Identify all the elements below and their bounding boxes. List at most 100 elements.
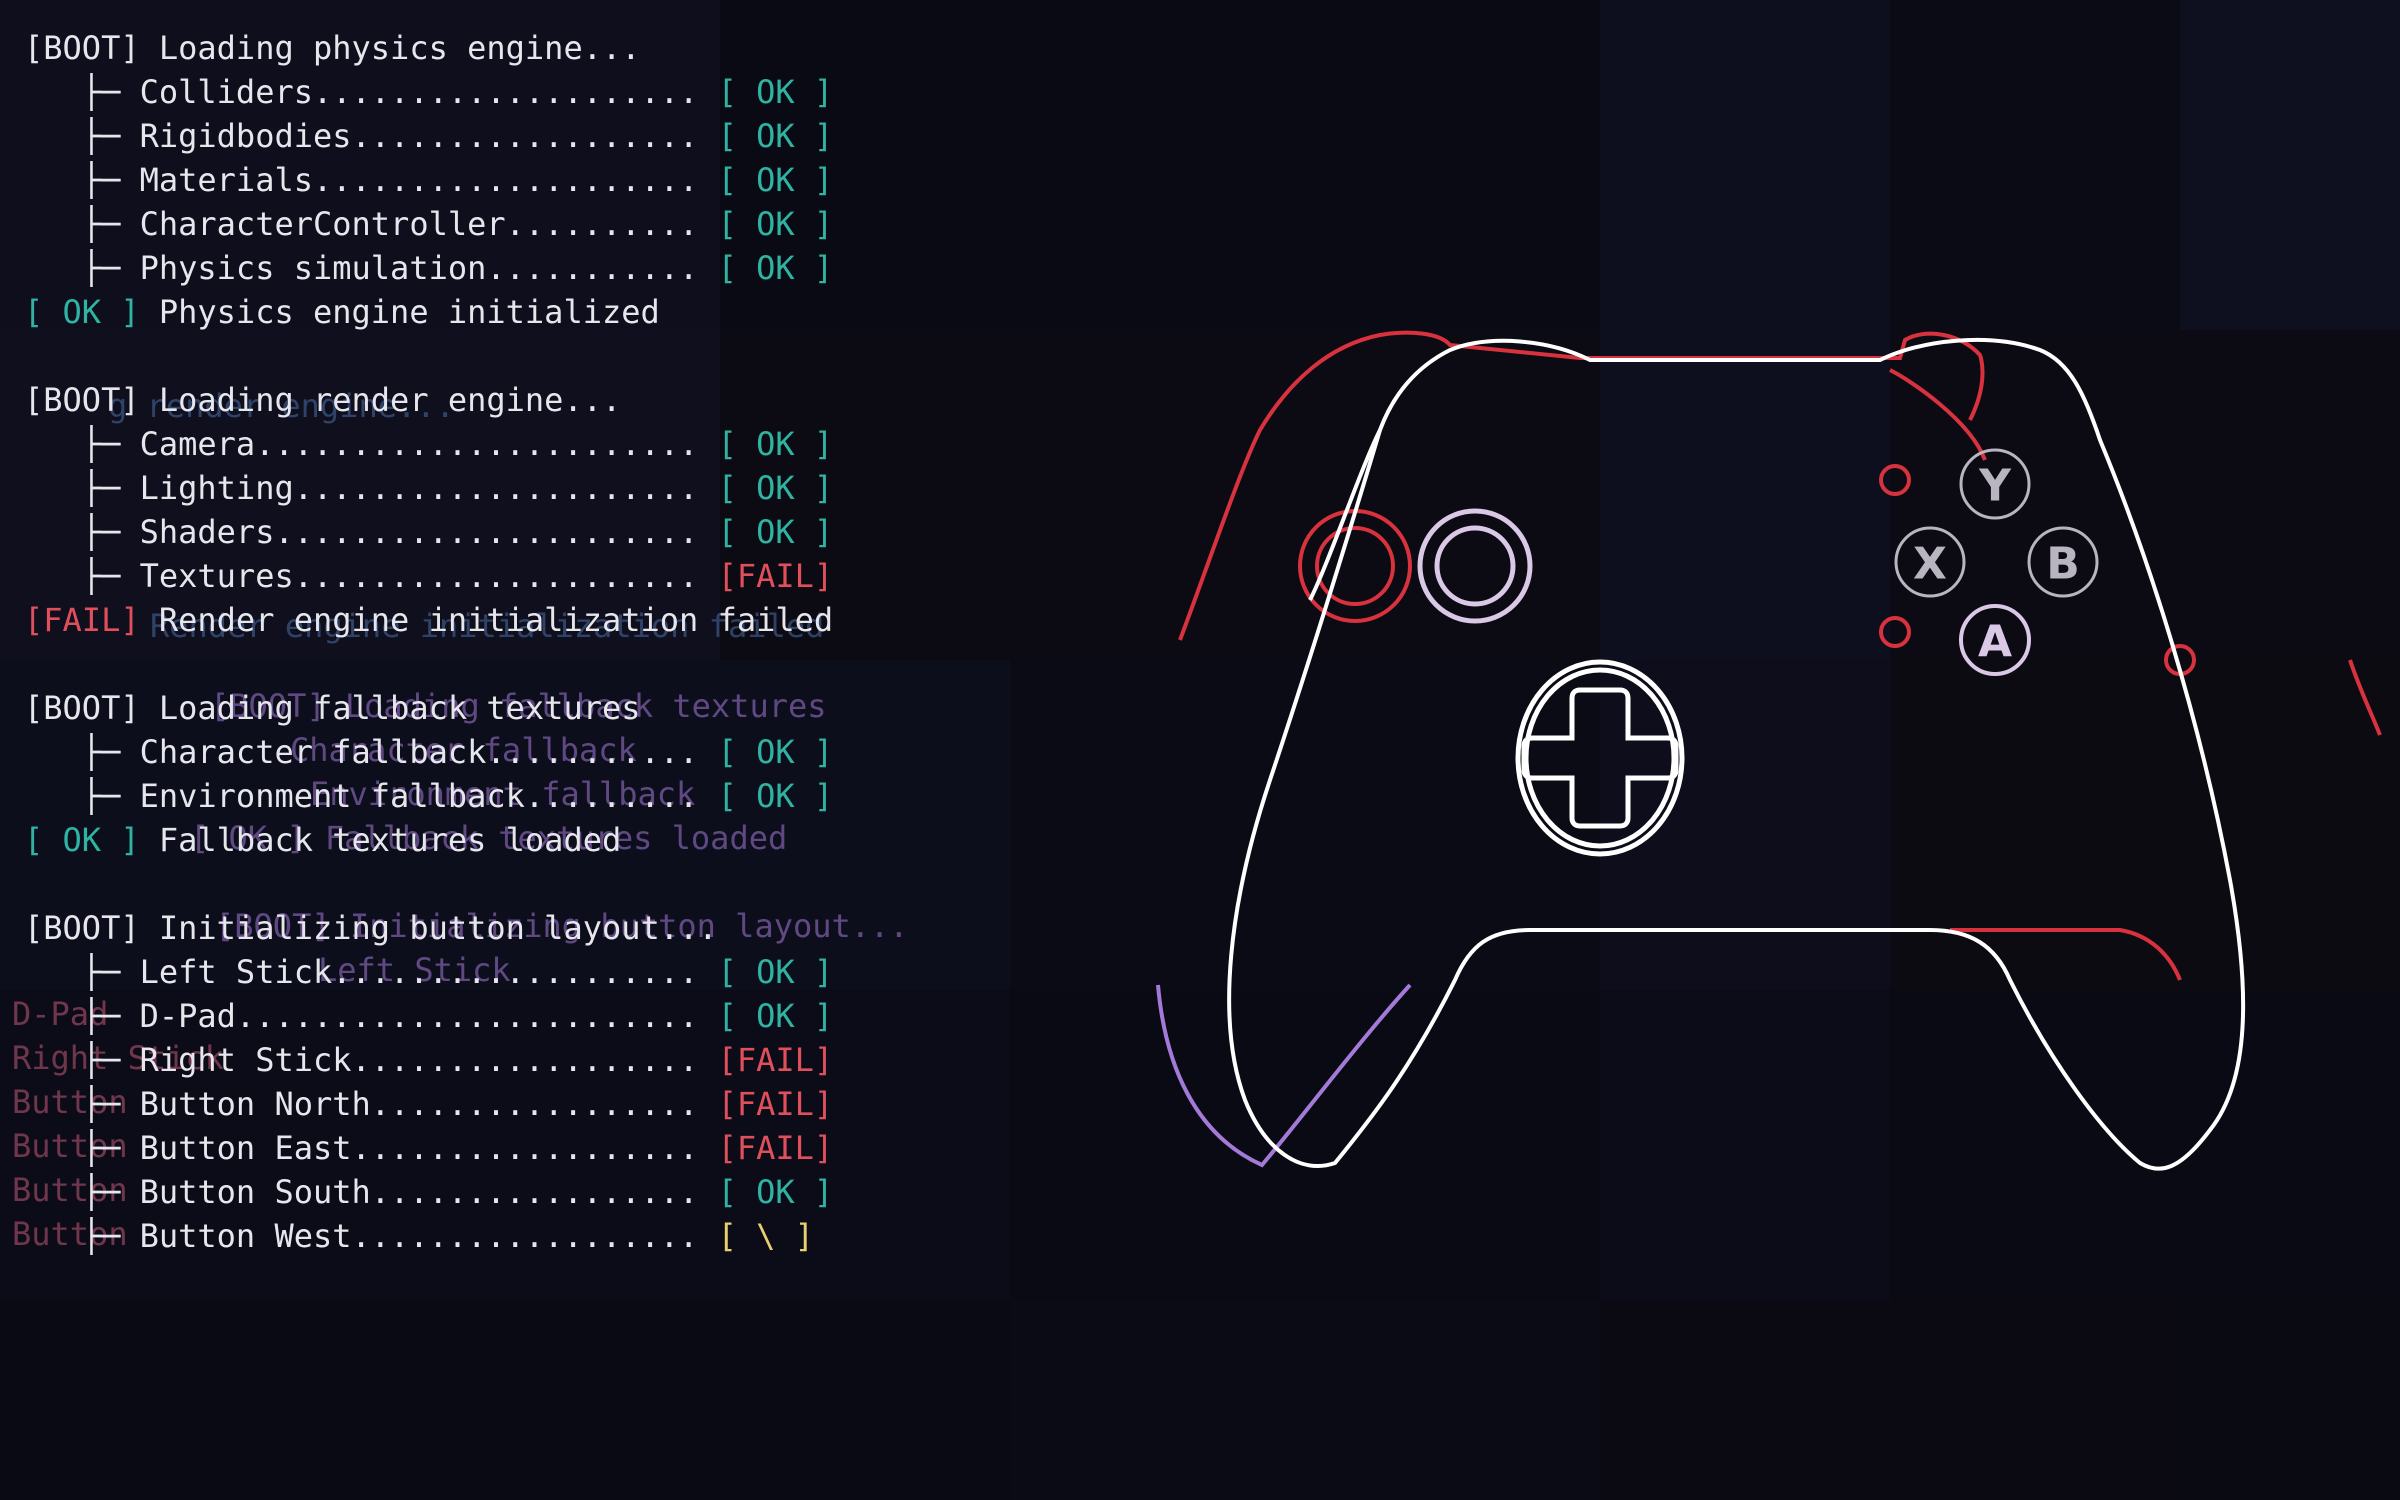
tree-branch: ├─ <box>24 425 140 463</box>
controller-purple-ghost <box>1156 983 1412 1168</box>
item-status-badge: [ OK ] <box>717 997 834 1035</box>
tree-branch: ├─ <box>24 1085 140 1123</box>
dot-leader: ................. <box>370 1085 718 1123</box>
log-boot-header: [BOOT] Loading physics engine... <box>24 26 833 70</box>
tree-branch: ├─ <box>24 1041 140 1079</box>
dot-leader: ........................ <box>235 997 718 1035</box>
log-boot-header: [BOOT] Initializing button layout... <box>24 906 833 950</box>
item-label: D-Pad <box>139 997 236 1035</box>
log-item-line: ├─ Right Stick.................. [FAIL] <box>24 1038 833 1082</box>
item-label: Left Stick <box>139 953 333 991</box>
result-status-badge: [FAIL] <box>24 601 140 639</box>
boot-header-text: Loading physics engine... <box>139 29 641 67</box>
tree-branch: ├─ <box>24 117 140 155</box>
log-item-line: ├─ CharacterController.......... [ OK ] <box>24 202 833 246</box>
dot-leader: .................. <box>351 1217 718 1255</box>
log-item-line: ├─ Button East.................. [FAIL] <box>24 1126 833 1170</box>
item-label: Rigidbodies <box>139 117 352 155</box>
result-text: Physics engine initialized <box>139 293 660 331</box>
item-status-badge: [ OK ] <box>717 469 834 507</box>
log-item-line: ├─ Textures..................... [FAIL] <box>24 554 833 598</box>
tree-branch: ├─ <box>24 73 140 111</box>
item-status-badge: [ OK ] <box>717 513 834 551</box>
button-x-icon: X <box>1894 526 1966 598</box>
item-status-badge: [ OK ] <box>717 953 834 991</box>
item-status-badge: [FAIL] <box>717 1085 834 1123</box>
item-label: Button South <box>139 1173 371 1211</box>
item-label: Right Stick <box>139 1041 352 1079</box>
result-status-badge: [ OK ] <box>24 821 140 859</box>
item-status-badge: [ OK ] <box>717 1173 834 1211</box>
dot-leader: .................. <box>351 117 718 155</box>
log-result-line: [FAIL] Render engine initialization fail… <box>24 598 833 642</box>
item-label: Lighting <box>139 469 294 507</box>
svg-text:Y: Y <box>1978 461 2012 512</box>
tree-branch: ├─ <box>24 1217 140 1255</box>
log-blank-line <box>24 862 833 906</box>
dot-leader: .......... <box>505 205 718 243</box>
dot-leader: .................. <box>351 1041 718 1079</box>
button-y-icon: Y <box>1959 448 2031 520</box>
item-label: Button North <box>139 1085 371 1123</box>
dot-leader: .................. <box>351 1129 718 1167</box>
tree-branch: ├─ <box>24 161 140 199</box>
boot-log-terminal: [BOOT] Loading physics engine... ├─ Coll… <box>24 26 833 1258</box>
item-label: Physics simulation <box>139 249 487 287</box>
item-status-badge: [FAIL] <box>717 1129 834 1167</box>
log-item-line: ├─ Camera....................... [ OK ] <box>24 422 833 466</box>
log-item-line: ├─ Shaders...................... [ OK ] <box>24 510 833 554</box>
log-item-line: ├─ Rigidbodies.................. [ OK ] <box>24 114 833 158</box>
item-status-badge: [ OK ] <box>717 425 834 463</box>
item-label: Environment fallback <box>139 777 525 815</box>
item-status-badge: [ OK ] <box>717 161 834 199</box>
dot-leader: ........... <box>486 249 718 287</box>
item-label: Button East <box>139 1129 352 1167</box>
tree-branch: ├─ <box>24 1173 140 1211</box>
d-pad <box>1515 659 1685 857</box>
result-text: Fallback textures loaded <box>139 821 622 859</box>
log-boot-header: [BOOT] Loading fallback textures <box>24 686 833 730</box>
log-blank-line <box>24 642 833 686</box>
log-item-line: ├─ Button West.................. [ \ ] <box>24 1214 833 1258</box>
dot-leader: ..................... <box>293 469 718 507</box>
boot-header-text: Loading render engine... <box>139 381 622 419</box>
dot-leader: .................... <box>312 73 718 111</box>
dot-leader: ....................... <box>255 425 718 463</box>
item-status-badge: [ OK ] <box>717 777 834 815</box>
dot-leader: ...................... <box>274 513 718 551</box>
result-status-badge: [ OK ] <box>24 293 140 331</box>
svg-text:X: X <box>1913 539 1947 590</box>
log-item-line: ├─ Physics simulation........... [ OK ] <box>24 246 833 290</box>
item-status-badge: [ OK ] <box>717 117 834 155</box>
button-b-icon: B <box>2027 526 2099 598</box>
item-label: Button West <box>139 1217 352 1255</box>
tree-branch: ├─ <box>24 733 140 771</box>
dot-leader: ......... <box>524 777 718 815</box>
tree-branch: ├─ <box>24 777 140 815</box>
boot-header-text: Loading fallback textures <box>139 689 641 727</box>
log-result-line: [ OK ] Fallback textures loaded <box>24 818 833 862</box>
log-item-line: ├─ Colliders.................... [ OK ] <box>24 70 833 114</box>
item-label: Textures <box>139 557 294 595</box>
tree-branch: ├─ <box>24 953 140 991</box>
item-label: Colliders <box>139 73 313 111</box>
tree-branch: ├─ <box>24 249 140 287</box>
item-label: Character fallback <box>139 733 487 771</box>
item-status-badge: [FAIL] <box>717 1041 834 1079</box>
log-boot-header: [BOOT] Loading render engine... <box>24 378 833 422</box>
button-a-icon: A <box>1959 604 2031 676</box>
tree-branch: ├─ <box>24 513 140 551</box>
dot-leader: ........... <box>486 733 718 771</box>
svg-text:B: B <box>2046 539 2080 590</box>
tree-branch: ├─ <box>24 1129 140 1167</box>
boot-prefix: [BOOT] <box>24 381 140 419</box>
item-status-badge: [ OK ] <box>717 205 834 243</box>
log-item-line: ├─ Materials.................... [ OK ] <box>24 158 833 202</box>
tree-branch: ├─ <box>24 557 140 595</box>
dot-leader: ................. <box>370 1173 718 1211</box>
tree-branch: ├─ <box>24 469 140 507</box>
controller-outline <box>1227 337 2246 1171</box>
log-item-line: ├─ Button North................. [FAIL] <box>24 1082 833 1126</box>
boot-prefix: [BOOT] <box>24 909 140 947</box>
result-text: Render engine initialization failed <box>139 601 834 639</box>
